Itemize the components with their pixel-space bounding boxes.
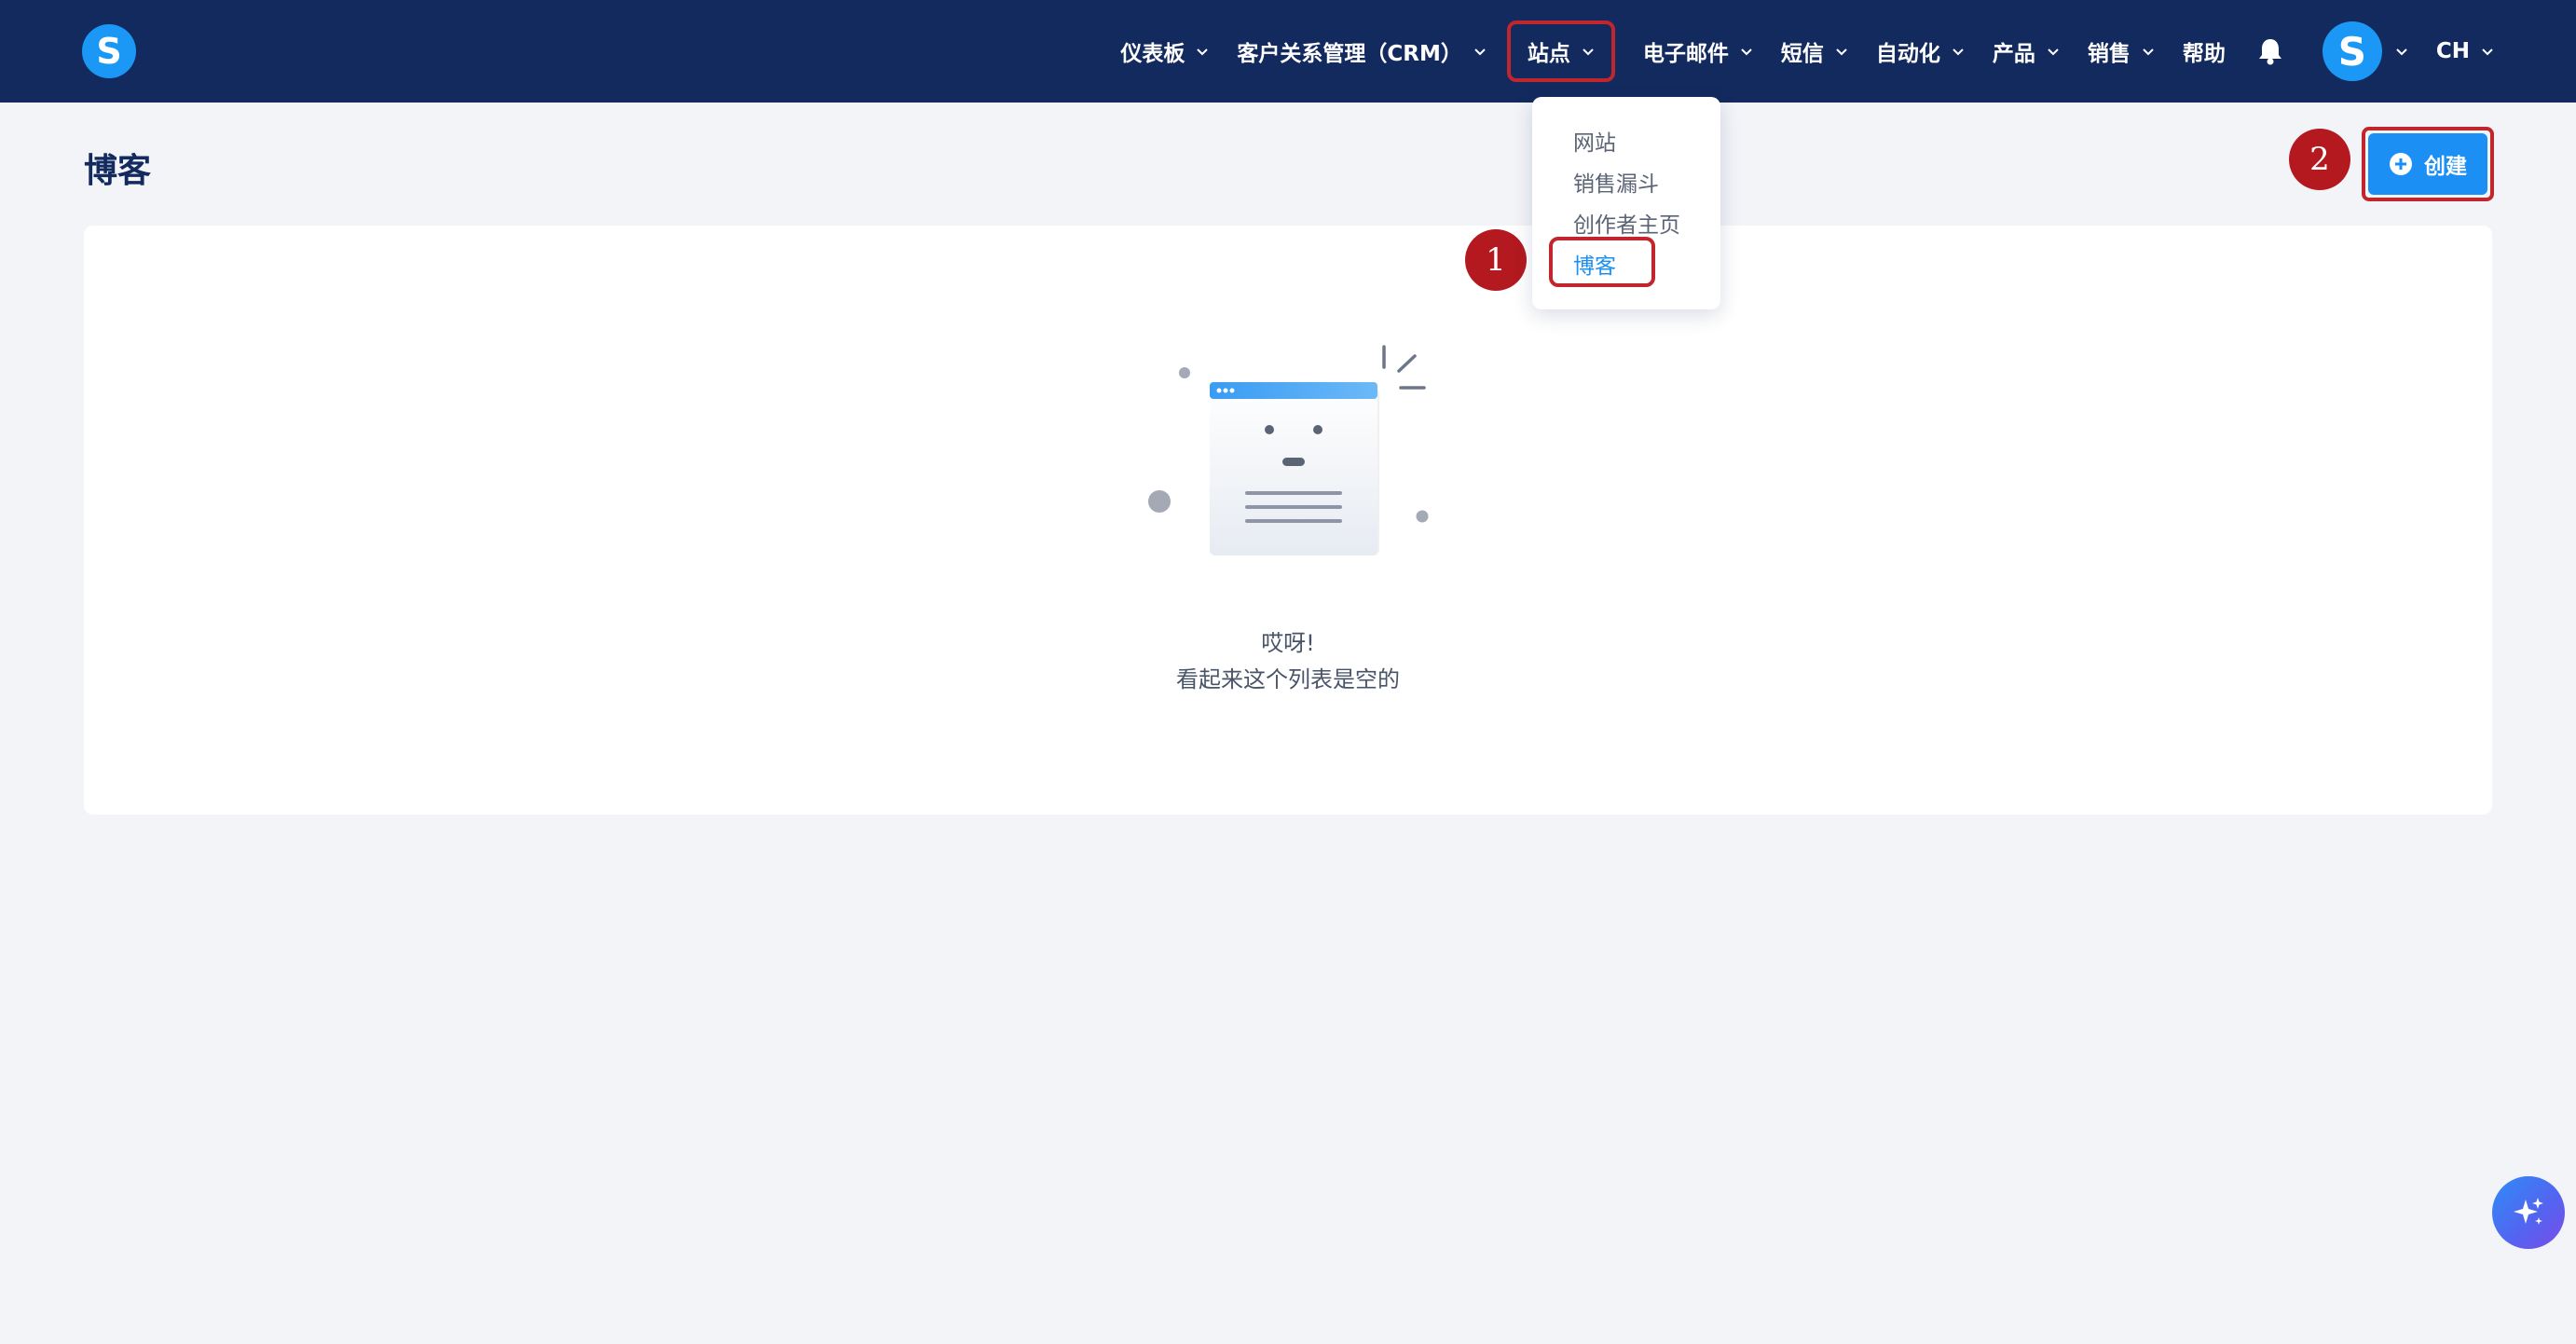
create-button-label: 创建 (2424, 155, 2467, 179)
empty-state-title: 哎呀! (1261, 630, 1315, 656)
chevron-down-icon (2482, 48, 2493, 56)
chevron-down-icon (1741, 48, 1752, 56)
plus-circle-icon (2390, 153, 2412, 175)
main-nav: 仪表板 客户关系管理（CRM） 站点 电子邮件 短信 自动化 产品 销售 帮助 … (1092, 0, 2494, 103)
ai-assistant-button[interactable] (2492, 1176, 2565, 1249)
nav-help[interactable]: 帮助 (2183, 23, 2226, 79)
chevron-down-icon (1197, 48, 1209, 56)
nav-dashboard[interactable]: 仪表板 (1120, 23, 1209, 79)
top-navigation-bar: S 仪表板 客户关系管理（CRM） 站点 电子邮件 短信 自动化 产品 销售 帮… (0, 0, 2576, 103)
nav-sites[interactable]: 站点 (1506, 21, 1615, 82)
nav-products-label: 产品 (1992, 42, 2035, 66)
nav-automation-label: 自动化 (1875, 42, 1940, 66)
dropdown-item-blog[interactable]: 博客 (1573, 248, 1616, 280)
sites-dropdown-menu: 网站 销售漏斗 创作者主页 博客 (1532, 97, 1720, 309)
nav-products[interactable]: 产品 (1993, 23, 2060, 79)
dropdown-item-creator-page[interactable]: 创作者主页 (1573, 207, 1680, 239)
nav-sales-label: 销售 (2087, 42, 2131, 66)
dropdown-item-sales-funnel[interactable]: 销售漏斗 (1573, 166, 1659, 198)
language-selector[interactable]: CH (2436, 23, 2494, 79)
chevron-down-icon (2143, 48, 2154, 56)
language-label: CH (2435, 39, 2470, 63)
user-avatar[interactable]: S (2322, 21, 2382, 81)
step-badge-2: 2 (2289, 129, 2350, 190)
nav-crm-label: 客户关系管理（CRM） (1237, 42, 1462, 66)
nav-dashboard-label: 仪表板 (1120, 42, 1185, 66)
dropdown-item-website[interactable]: 网站 (1573, 125, 1616, 157)
nav-sms-label: 短信 (1780, 42, 1824, 66)
create-button-highlight: 创建 (2362, 127, 2494, 201)
chevron-down-icon (2048, 48, 2059, 56)
chevron-down-icon (2396, 48, 2407, 56)
nav-sales[interactable]: 销售 (2088, 23, 2155, 79)
empty-state-message: 看起来这个列表是空的 (1176, 666, 1400, 693)
empty-list-illustration (1148, 345, 1429, 555)
user-menu-toggle[interactable] (2395, 45, 2408, 58)
nav-crm[interactable]: 客户关系管理（CRM） (1237, 23, 1486, 79)
avatar-letter: S (2337, 28, 2366, 75)
step-badge-1: 1 (1465, 229, 1527, 291)
chevron-down-icon (1583, 48, 1594, 56)
nav-help-label: 帮助 (2182, 42, 2226, 66)
nav-email-label: 电子邮件 (1642, 42, 1729, 66)
nav-sms[interactable]: 短信 (1781, 23, 1848, 79)
page-title: 博客 (84, 152, 152, 190)
notifications-button[interactable] (2257, 37, 2283, 65)
sparkles-icon (2514, 1198, 2543, 1225)
nav-email[interactable]: 电子邮件 (1643, 23, 1753, 79)
create-button[interactable]: 创建 (2368, 133, 2487, 195)
bell-icon (2258, 39, 2281, 65)
brand-logo[interactable]: S (82, 24, 136, 78)
nav-automation[interactable]: 自动化 (1876, 23, 1965, 79)
chevron-down-icon (1474, 48, 1486, 56)
chevron-down-icon (1836, 48, 1847, 56)
logo-letter: S (96, 31, 122, 72)
chevron-down-icon (1953, 48, 1964, 56)
nav-sites-label: 站点 (1527, 42, 1570, 66)
